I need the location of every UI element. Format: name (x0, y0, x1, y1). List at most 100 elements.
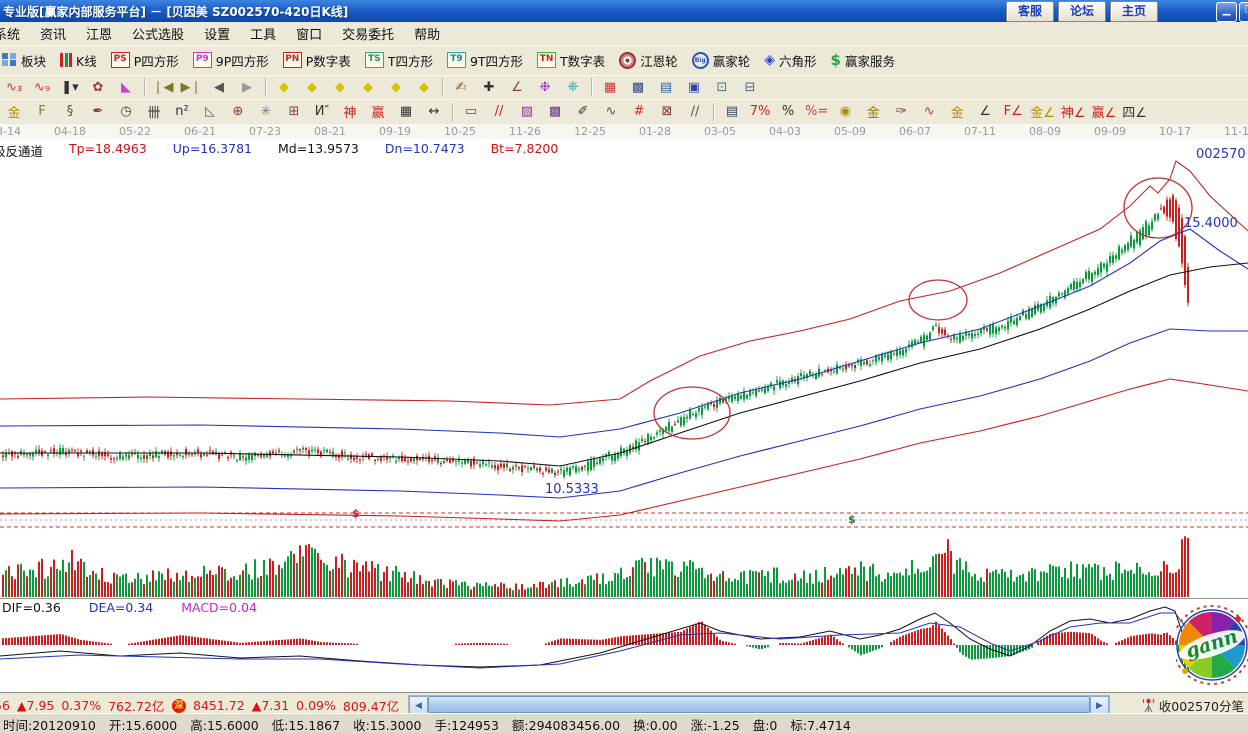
printer-button[interactable]: ⊟ (736, 76, 764, 98)
winner-service-button[interactable]: $赢家服务 (824, 48, 902, 73)
minimize-button[interactable]: ▁ (1216, 2, 1237, 22)
menu-item-4[interactable]: 设置 (194, 24, 240, 43)
window-controls: ▁❒ (1216, 2, 1248, 22)
gold-line-button[interactable]: 金 (859, 101, 887, 123)
menu-item-8[interactable]: 帮助 (404, 24, 450, 43)
f-angle-button[interactable]: F∠ (999, 101, 1027, 123)
mesh-box-button[interactable]: ▩ (541, 101, 569, 123)
gold-angle-button[interactable]: 金∠ (1027, 101, 1058, 123)
diamond-star-button[interactable]: ◆ (382, 76, 410, 98)
calendar-button[interactable]: ▦ (596, 76, 624, 98)
width-measure-button[interactable]: ↔ (420, 101, 448, 123)
macd-pane[interactable]: DIF=0.36DEA=0.34MACD=0.04 (0, 598, 1248, 693)
i-marks-button[interactable]: И″ (308, 101, 336, 123)
gann-pattern-button[interactable]: ✿ (84, 76, 112, 98)
n-squared-button[interactable]: n² (168, 101, 196, 123)
square-web-button[interactable]: ⊞ (280, 101, 308, 123)
gann-knot-button[interactable]: ❉ (531, 76, 559, 98)
notepad-button[interactable]: ▤ (652, 76, 680, 98)
export-button[interactable]: ⊡ (708, 76, 736, 98)
menu-item-6[interactable]: 窗口 (286, 24, 332, 43)
spectrum-button[interactable]: ◣ (112, 76, 140, 98)
set-square-button[interactable]: ◺ (196, 101, 224, 123)
parallel-lines-button[interactable]: ∕∕ (681, 101, 709, 123)
menu-item-7[interactable]: 交易委托 (332, 24, 404, 43)
cloud-tool-button[interactable]: ❈ (559, 76, 587, 98)
f-gann-button[interactable]: F (28, 101, 56, 123)
grid-arrow-button[interactable]: ⊠ (653, 101, 681, 123)
ying-angle-button[interactable]: 赢∠ (1089, 101, 1120, 123)
diamond-collapse-button[interactable]: ◆ (354, 76, 382, 98)
star-web-button[interactable]: ✳ (252, 101, 280, 123)
menu-item-3[interactable]: 公式选股 (122, 24, 194, 43)
circle-cross-button[interactable]: ⊕ (224, 101, 252, 123)
titlebar-button-0[interactable]: 客服 (1006, 1, 1054, 22)
scrollbar-thumb[interactable] (428, 696, 1090, 713)
shen-angle-button[interactable]: 神∠ (1058, 101, 1089, 123)
maximize-button[interactable]: ❒ (1239, 2, 1248, 22)
p-square-button[interactable]: PSP四方形 (104, 48, 186, 73)
winner-wheel-button[interactable]: Big赢家轮 (685, 48, 758, 73)
hand-tool-button[interactable]: ✍ (447, 76, 475, 98)
red-grid-button[interactable]: # (625, 101, 653, 123)
last-bar-button[interactable]: ▶❘ (177, 76, 205, 98)
9t-square-button[interactable]: T99T四方形 (440, 48, 530, 73)
winner-wheel-icon: Big (692, 52, 709, 69)
gold-gann-button[interactable]: 金 (0, 101, 28, 123)
ray-box-button[interactable]: ▨ (513, 101, 541, 123)
ink-brush-button[interactable]: ✑ (887, 101, 915, 123)
column-stat-button[interactable]: ▤ (718, 101, 746, 123)
gold-line-2-button[interactable]: 金 (943, 101, 971, 123)
comb-lines-button[interactable]: 卌 (140, 101, 168, 123)
diamond-right-button[interactable]: ◆ (298, 76, 326, 98)
time-circle-button[interactable]: ◷ (112, 101, 140, 123)
9p-square-button[interactable]: P99P四方形 (186, 48, 276, 73)
horizontal-scrollbar[interactable]: ◀ ▶ (408, 695, 1110, 714)
box-select-button[interactable]: ▭ (457, 101, 485, 123)
grid-123-button[interactable]: ▦ (392, 101, 420, 123)
si-angle-button[interactable]: 四∠ (1119, 101, 1150, 123)
diamond-move-button[interactable]: ◆ (410, 76, 438, 98)
calculator-button[interactable]: ▩ (624, 76, 652, 98)
candle-style-button[interactable]: ❚▾ (56, 76, 84, 98)
kline-button[interactable]: K线 (53, 48, 104, 73)
next-bar-button[interactable]: ▶ (233, 76, 261, 98)
menu-item-5[interactable]: 工具 (240, 24, 286, 43)
ying-tool-button[interactable]: 赢 (364, 101, 392, 123)
p-number-table-button[interactable]: PNP数字表 (276, 48, 358, 73)
shen-tool-button[interactable]: 神 (336, 101, 364, 123)
hexagon-button[interactable]: ◈六角形 (757, 48, 823, 73)
titlebar-button-2[interactable]: 主页 (1110, 1, 1158, 22)
prev-bar-button[interactable]: ◀ (205, 76, 233, 98)
angle-measure-button[interactable]: ∠ (503, 76, 531, 98)
zigzag-line-button[interactable]: ∿ (597, 101, 625, 123)
main-chart[interactable]: $$15.400010.5333 极反通道Tp=18.4963Up=16.378… (0, 139, 1248, 598)
percent-slash-button[interactable]: 7% (746, 101, 774, 123)
pencil-line-button[interactable]: ✐ (569, 101, 597, 123)
brush-pen-button[interactable]: ✒ (84, 101, 112, 123)
sector-button[interactable]: 板块 (0, 48, 53, 73)
menu-item-2[interactable]: 江恩 (76, 24, 122, 43)
titlebar-button-1[interactable]: 论坛 (1058, 1, 1106, 22)
first-bar-button[interactable]: ❘◀ (149, 76, 177, 98)
t-square-button[interactable]: TST四方形 (358, 48, 440, 73)
winner-service-label: 赢家服务 (845, 51, 895, 70)
t-number-table-button[interactable]: TNT数字表 (530, 48, 612, 73)
diamond-left-button[interactable]: ◆ (270, 76, 298, 98)
diamond-horizontal-button[interactable]: ◆ (326, 76, 354, 98)
percent-line-button[interactable]: %= (802, 101, 831, 123)
menu-item-1[interactable]: 资讯 (30, 24, 76, 43)
save-button[interactable]: ▣ (680, 76, 708, 98)
menu-item-0[interactable]: 系统 (0, 24, 30, 43)
gann-wheel-button[interactable]: 江恩轮 (612, 48, 685, 73)
gold-circle-button[interactable]: ◉ (831, 101, 859, 123)
kline-chart-canvas[interactable]: $$15.400010.5333 (0, 139, 1248, 598)
angle-line-button[interactable]: ∠ (971, 101, 999, 123)
ray-fan-button[interactable]: // (485, 101, 513, 123)
percent-button[interactable]: % (774, 101, 802, 123)
minute-chart-9-button[interactable]: ∿₉ (28, 76, 56, 98)
spiral-button[interactable]: § (56, 101, 84, 123)
crosshair-tool-button[interactable]: ✚ (475, 76, 503, 98)
minute-chart-3-button[interactable]: ∿₃ (0, 76, 28, 98)
wave-gold-button[interactable]: ∿ (915, 101, 943, 123)
